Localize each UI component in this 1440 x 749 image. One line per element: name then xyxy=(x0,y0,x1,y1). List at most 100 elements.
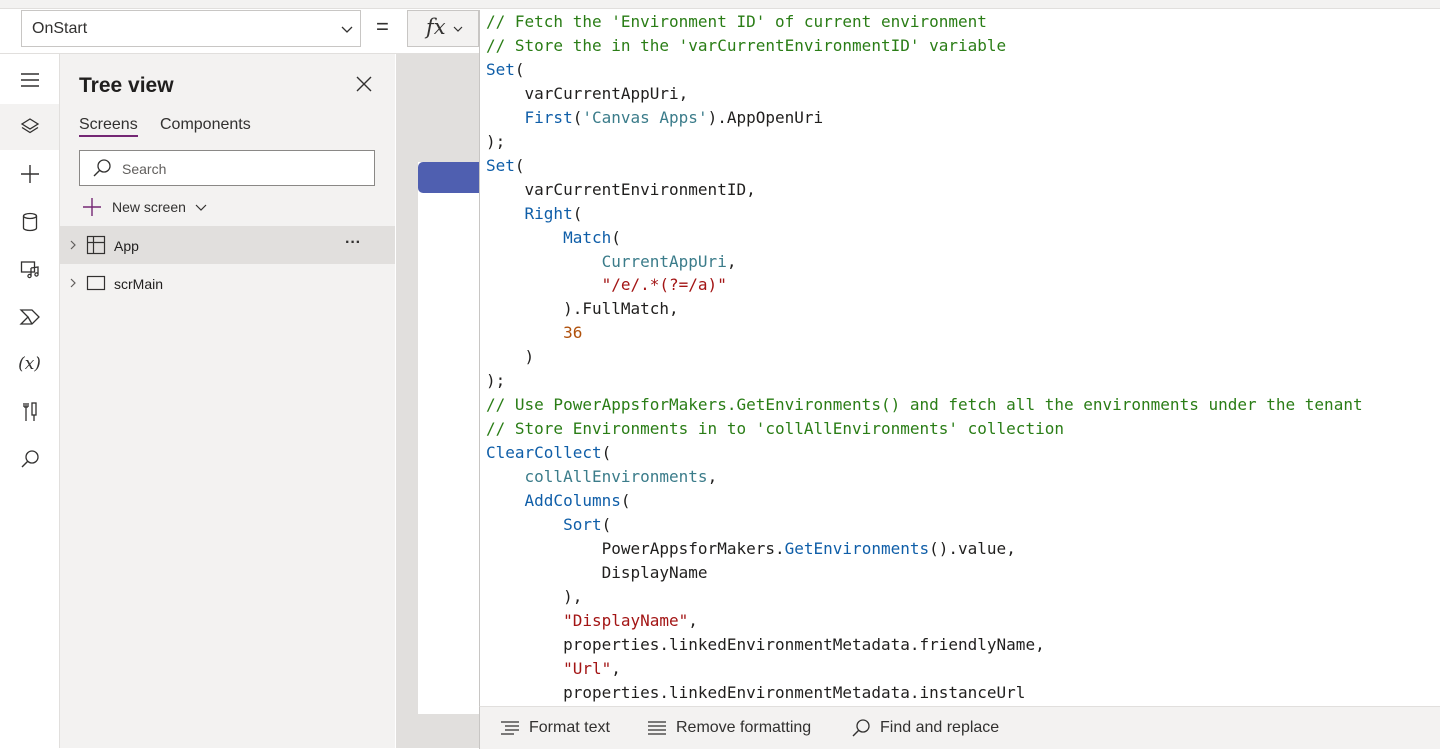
formula-code[interactable]: // Fetch the 'Environment ID' of current… xyxy=(486,10,1363,705)
code-token: Set xyxy=(486,59,515,79)
search-input[interactable]: Search xyxy=(79,150,375,186)
code-line: 36 xyxy=(486,321,1363,345)
code-token: ( xyxy=(514,155,525,175)
code-token: ClearCollect xyxy=(486,443,602,463)
code-token: // Fetch the 'Environment ID' of current… xyxy=(486,12,987,31)
code-token: Right xyxy=(524,203,573,223)
code-line: properties.linkedEnvironmentMetadata.fri… xyxy=(486,633,1363,657)
code-token: , xyxy=(726,251,737,271)
code-token: ); xyxy=(486,371,506,391)
left-rail: (x) xyxy=(0,54,60,748)
code-token: properties.linkedEnvironmentMetadata.fri… xyxy=(486,634,1045,654)
chevron-down-icon xyxy=(341,26,353,33)
data-cylinder-icon[interactable] xyxy=(0,199,59,245)
format-text-button[interactable]: Format text xyxy=(500,718,610,738)
code-token: ( xyxy=(572,107,583,127)
screen-icon xyxy=(86,275,106,291)
media-icon[interactable] xyxy=(0,246,59,292)
power-automate-icon[interactable] xyxy=(0,294,59,340)
code-token: ) xyxy=(486,347,535,367)
canvas-area xyxy=(396,54,480,748)
code-line: ); xyxy=(486,130,1363,154)
code-line: PowerAppsforMakers.GetEnvironments().val… xyxy=(486,537,1363,561)
code-line: // Use PowerAppsforMakers.GetEnvironment… xyxy=(486,393,1363,417)
format-text-icon xyxy=(501,721,519,735)
code-token: "DisplayName" xyxy=(563,610,689,630)
code-token: ( xyxy=(572,203,583,223)
close-icon[interactable] xyxy=(354,74,374,94)
code-token: ( xyxy=(620,491,631,511)
app-icon xyxy=(86,235,106,255)
fx-button[interactable]: fx xyxy=(407,10,479,47)
tree-item-scrmain[interactable]: scrMain xyxy=(60,264,395,302)
search-icon[interactable] xyxy=(0,436,59,482)
code-token: DisplayName xyxy=(486,562,708,582)
tree-item-app[interactable]: App ··· xyxy=(60,226,395,264)
code-token: ( xyxy=(601,443,612,463)
code-token: varCurrentAppUri, xyxy=(486,83,689,103)
code-line: ) xyxy=(486,345,1363,369)
code-line: // Store the in the 'varCurrentEnvironme… xyxy=(486,34,1363,58)
formula-toolbar: Format text Remove formatting Find and r… xyxy=(479,706,1440,749)
tree-view-layers-icon[interactable] xyxy=(0,104,59,150)
plus-icon xyxy=(83,198,101,216)
code-line: Match( xyxy=(486,226,1363,250)
code-line: CurrentAppUri, xyxy=(486,250,1363,274)
fx-icon: fx xyxy=(426,15,446,39)
code-line: Set( xyxy=(486,154,1363,178)
code-line: ), xyxy=(486,585,1363,609)
code-line: First('Canvas Apps').AppOpenUri xyxy=(486,106,1363,130)
code-token: 36 xyxy=(563,323,583,343)
tab-screens[interactable]: Screens xyxy=(79,116,138,137)
code-token: ).AppOpenUri xyxy=(707,107,824,127)
code-token: ( xyxy=(601,515,612,535)
code-token: GetEnvironments xyxy=(784,538,930,558)
code-token: properties.linkedEnvironmentMetadata.ins… xyxy=(486,682,1026,702)
code-line: properties.linkedEnvironmentMetadata.ins… xyxy=(486,681,1363,705)
code-line: "Url", xyxy=(486,657,1363,681)
chevron-right-icon[interactable] xyxy=(67,239,79,251)
search-icon xyxy=(93,159,111,177)
code-token: ( xyxy=(611,227,621,247)
screen-preview[interactable] xyxy=(418,162,480,714)
formula-editor[interactable]: // Fetch the 'Environment ID' of current… xyxy=(479,10,1440,706)
code-token: "/e/.*(?=/a)" xyxy=(601,275,727,295)
equals-sign: = xyxy=(376,14,389,39)
tab-components[interactable]: Components xyxy=(160,116,251,134)
variables-icon[interactable]: (x) xyxy=(0,341,59,387)
tree-item-label: scrMain xyxy=(114,276,164,292)
insert-plus-icon[interactable] xyxy=(0,151,59,197)
code-line: DisplayName xyxy=(486,561,1363,585)
search-icon xyxy=(852,719,870,737)
code-line: "DisplayName", xyxy=(486,609,1363,633)
new-screen-button[interactable]: New screen xyxy=(82,196,208,218)
top-strip xyxy=(0,0,1440,9)
hamburger-menu-icon[interactable] xyxy=(0,57,59,103)
code-token: ); xyxy=(486,131,506,151)
code-token: ( xyxy=(514,59,525,79)
search-placeholder: Search xyxy=(122,161,167,177)
code-line: ); xyxy=(486,369,1363,393)
tree-view-title: Tree view xyxy=(79,74,174,97)
code-token: CurrentAppUri xyxy=(601,251,727,271)
code-token: First xyxy=(524,107,573,127)
code-token: "Url" xyxy=(563,658,612,678)
code-line: ClearCollect( xyxy=(486,441,1363,465)
find-replace-button[interactable]: Find and replace xyxy=(851,718,999,738)
remove-formatting-button[interactable]: Remove formatting xyxy=(647,718,811,738)
chevron-down-icon xyxy=(453,26,463,32)
property-dropdown[interactable]: OnStart xyxy=(21,10,361,47)
more-options-icon[interactable]: ··· xyxy=(345,234,361,252)
code-token: ).FullMatch, xyxy=(486,299,679,319)
advanced-tools-icon[interactable] xyxy=(0,389,59,435)
screen-header-bar xyxy=(418,162,480,193)
chevron-right-icon[interactable] xyxy=(67,277,79,289)
code-token: // Use PowerAppsforMakers.GetEnvironment… xyxy=(486,395,1363,415)
code-token: ), xyxy=(486,586,583,606)
